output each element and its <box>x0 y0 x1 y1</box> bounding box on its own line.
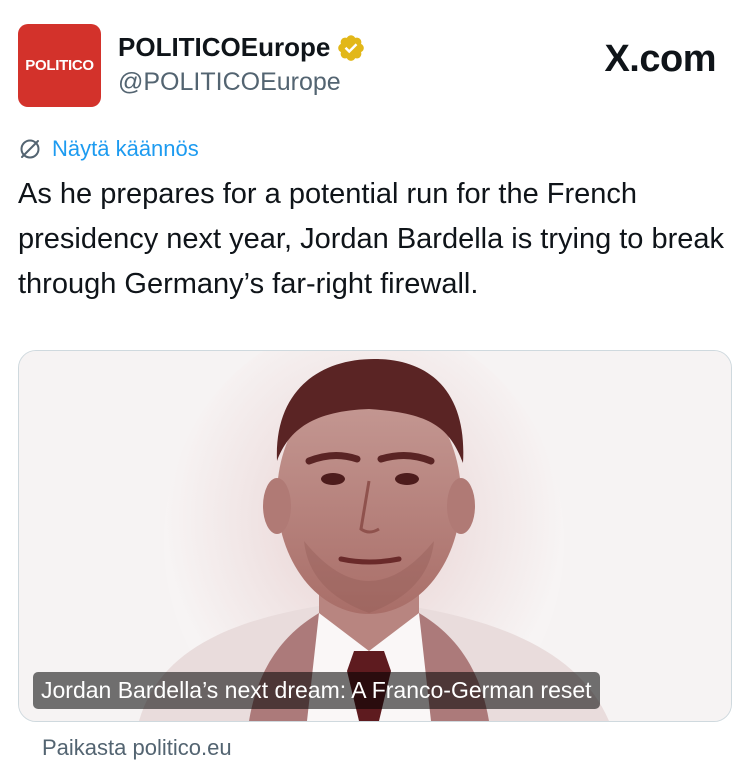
link-card-title: Jordan Bardella’s next dream: A Franco-G… <box>33 672 600 709</box>
author-name-row: POLITICOEurope <box>118 32 366 63</box>
display-name[interactable]: POLITICOEurope <box>118 32 330 63</box>
handle[interactable]: @POLITICOEurope <box>118 68 341 97</box>
link-card[interactable]: Jordan Bardella’s next dream: A Franco-G… <box>18 350 732 722</box>
translate-link[interactable]: Näytä käännös <box>18 136 199 162</box>
article-image <box>19 351 731 721</box>
avatar[interactable]: POLITICO <box>18 24 101 107</box>
tweet-text: As he prepares for a potential run for t… <box>18 178 725 300</box>
translate-label: Näytä käännös <box>52 136 199 161</box>
verified-badge-icon <box>338 34 365 61</box>
x-com-logo: X.com <box>604 38 716 80</box>
avatar-text: POLITICO <box>25 57 94 74</box>
link-source[interactable]: Paikasta politico.eu <box>42 735 232 761</box>
translate-icon <box>20 139 40 159</box>
